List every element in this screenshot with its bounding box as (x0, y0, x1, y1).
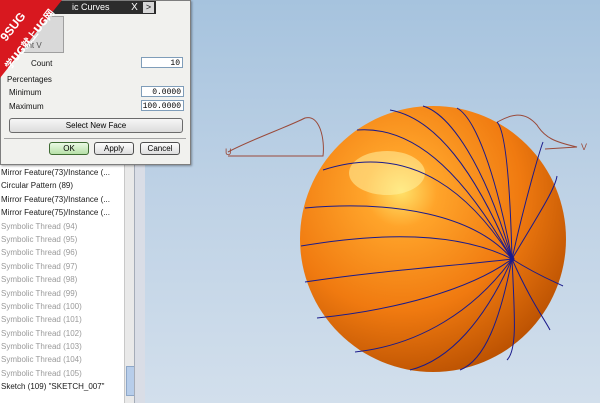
navigator-item[interactable]: Symbolic Thread (94) (0, 220, 124, 233)
close-icon[interactable]: X (129, 2, 140, 13)
navigator-item[interactable]: Symbolic Thread (98) (0, 273, 124, 286)
viewport-canvas: U V (225, 105, 587, 372)
maximum-label: Maximum (9, 102, 44, 111)
navigator-item[interactable]: Mirror Feature(73)/Instance (... (0, 166, 124, 179)
navigator-item[interactable]: Symbolic Thread (96) (0, 246, 124, 259)
v-label: V (581, 142, 587, 152)
navigator-item[interactable]: Symbolic Thread (104) (0, 353, 124, 366)
navigator-item[interactable]: Symbolic Thread (99) (0, 287, 124, 300)
dialog-title: ic Curves (72, 2, 110, 12)
apply-button[interactable]: Apply (94, 142, 134, 155)
navigator-item[interactable]: Symbolic Thread (100) (0, 300, 124, 313)
navigator-item[interactable]: Symbolic Thread (95) (0, 233, 124, 246)
navigator-item[interactable]: Symbolic Thread (97) (0, 260, 124, 273)
feature-list: Mirror Feature(73)/Instance (... Circular… (0, 166, 124, 394)
navigator-item[interactable]: Mirror Feature(75)/Instance (... (0, 206, 124, 219)
navigator-item[interactable]: Mirror Feature(73)/Instance (... (0, 193, 124, 206)
navigator-item[interactable]: Symbolic Thread (102) (0, 327, 124, 340)
dialog-separator (4, 138, 186, 139)
minimum-field[interactable]: 0.0000 (141, 86, 184, 97)
navigator-item[interactable]: Symbolic Thread (101) (0, 313, 124, 326)
navigator-item[interactable]: Symbolic Thread (103) (0, 340, 124, 353)
isoparametric-curves-dialog: ic Curves X > ant V Count 10 Percentages… (0, 0, 191, 165)
navigator-item[interactable]: Circular Pattern (89) (0, 179, 124, 192)
navigator-item[interactable]: Sketch (109) "SKETCH_007" (0, 380, 124, 393)
navigator-item[interactable]: Symbolic Thread (105) (0, 367, 124, 380)
sphere-highlight (349, 151, 425, 195)
percentages-label: Percentages (7, 75, 52, 84)
orientation-label: ant V (23, 41, 42, 50)
count-label: Count (31, 59, 53, 68)
count-field[interactable]: 10 (141, 57, 183, 68)
u-direction-guide (227, 117, 324, 157)
ok-button[interactable]: OK (49, 142, 89, 155)
expand-arrow-icon[interactable]: > (143, 2, 154, 13)
part-navigator: Mirror Feature(73)/Instance (... Circular… (0, 160, 146, 403)
select-new-face-button[interactable]: Select New Face (9, 118, 183, 133)
sphere-body[interactable] (300, 106, 566, 372)
sphere-pole (509, 256, 515, 262)
cancel-button[interactable]: Cancel (140, 142, 180, 155)
graphics-viewport[interactable]: U V (145, 0, 600, 403)
dialog-title-bar[interactable]: ic Curves X > (1, 1, 156, 14)
maximum-field[interactable]: 100.0000 (141, 100, 184, 111)
u-label: U (225, 147, 232, 157)
minimum-label: Minimum (9, 88, 42, 97)
